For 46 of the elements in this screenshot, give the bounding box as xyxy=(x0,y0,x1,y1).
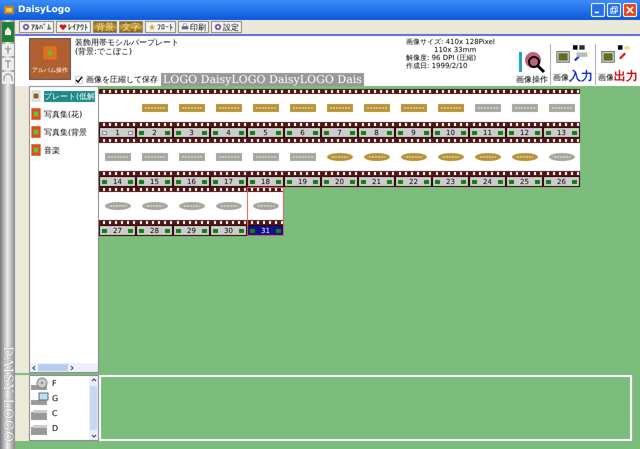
tool-icon[interactable] xyxy=(2,44,14,56)
network-drive-icon xyxy=(30,392,50,406)
compress-checkbox[interactable]: 画像を圧縮して保存 xyxy=(75,74,158,85)
toolbar-button[interactable]: ﾚｲｱｳﾄ xyxy=(56,21,91,33)
restore-icon xyxy=(610,6,618,14)
star-icon xyxy=(148,23,156,31)
drive-item[interactable]: G xyxy=(30,391,89,406)
text-icon[interactable] xyxy=(2,58,14,70)
disc-icon xyxy=(214,23,222,31)
disc-icon xyxy=(22,23,30,31)
album-item[interactable]: 写真集(花) xyxy=(30,105,98,123)
book-icon xyxy=(30,143,42,157)
book-icon xyxy=(30,89,42,103)
scroll-left-icon[interactable] xyxy=(30,364,38,372)
toolbar-button[interactable]: ｱﾙﾊﾞﾑ xyxy=(19,21,54,33)
drive-item[interactable]: C xyxy=(30,406,89,421)
album-item[interactable]: プレート(低解 xyxy=(30,87,98,105)
drive-item[interactable]: F xyxy=(30,376,89,391)
app-icon xyxy=(3,4,15,16)
heart-icon xyxy=(59,23,67,31)
logo-banner: LOGO DaisyLOGO DaisyLOGO Dais xyxy=(161,73,364,86)
drive-item[interactable]: D xyxy=(30,421,89,436)
book-icon xyxy=(30,107,42,121)
album-item[interactable]: 写真集(背景 xyxy=(30,123,98,141)
printer-icon xyxy=(181,23,189,31)
scroll-right-icon[interactable] xyxy=(68,364,76,372)
album-item[interactable]: 音楽 xyxy=(30,141,98,159)
horizontal-scrollbar[interactable] xyxy=(30,363,98,372)
scroll-up-icon[interactable] xyxy=(90,376,98,384)
album-title: 装飾用帯モシルバープレート xyxy=(75,38,180,47)
home-icon[interactable] xyxy=(2,22,14,42)
maximize-button[interactable] xyxy=(607,3,621,17)
album-subtitle: (背景:でこぼこ) xyxy=(75,47,133,56)
vertical-scrollbar[interactable] xyxy=(89,376,98,440)
close-icon xyxy=(626,6,634,14)
toolbar-button[interactable]: 設定 xyxy=(211,21,242,33)
scroll-down-icon[interactable] xyxy=(90,432,98,440)
close-button[interactable] xyxy=(623,3,637,17)
book-icon xyxy=(30,125,42,139)
headphones-icon[interactable] xyxy=(2,72,14,84)
brand-label: DAISY LOGO xyxy=(0,346,15,443)
toolbar-button[interactable]: 印刷 xyxy=(178,21,209,33)
minimize-button[interactable] xyxy=(591,3,605,17)
checkbox-icon xyxy=(75,76,83,84)
toolbar-button[interactable]: ﾌﾛｰﾄ xyxy=(145,21,176,33)
window-title: DaisyLogo xyxy=(18,5,72,15)
